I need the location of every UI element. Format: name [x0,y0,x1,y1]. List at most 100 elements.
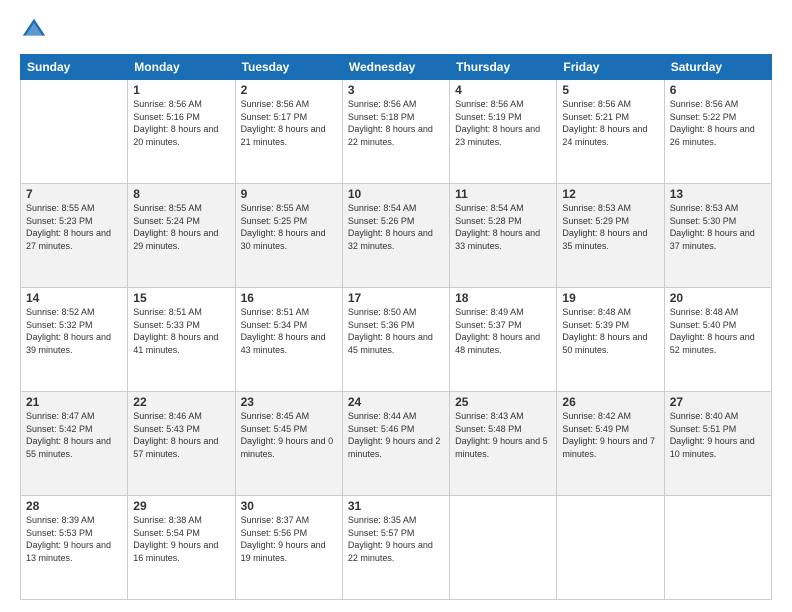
day-info: Sunrise: 8:42 AM Sunset: 5:49 PM Dayligh… [562,410,658,460]
day-number: 11 [455,187,551,201]
day-info: Sunrise: 8:47 AM Sunset: 5:42 PM Dayligh… [26,410,122,460]
day-info: Sunrise: 8:49 AM Sunset: 5:37 PM Dayligh… [455,306,551,356]
header-day-tuesday: Tuesday [235,55,342,80]
calendar-cell: 21Sunrise: 8:47 AM Sunset: 5:42 PM Dayli… [21,392,128,496]
calendar-cell: 11Sunrise: 8:54 AM Sunset: 5:28 PM Dayli… [450,184,557,288]
calendar-cell: 28Sunrise: 8:39 AM Sunset: 5:53 PM Dayli… [21,496,128,600]
calendar-cell: 3Sunrise: 8:56 AM Sunset: 5:18 PM Daylig… [342,80,449,184]
day-info: Sunrise: 8:56 AM Sunset: 5:19 PM Dayligh… [455,98,551,148]
calendar-header-row: SundayMondayTuesdayWednesdayThursdayFrid… [21,55,772,80]
day-number: 30 [241,499,337,513]
day-number: 27 [670,395,766,409]
calendar-cell: 10Sunrise: 8:54 AM Sunset: 5:26 PM Dayli… [342,184,449,288]
header [20,16,772,44]
header-day-saturday: Saturday [664,55,771,80]
day-number: 2 [241,83,337,97]
header-day-friday: Friday [557,55,664,80]
calendar-cell: 26Sunrise: 8:42 AM Sunset: 5:49 PM Dayli… [557,392,664,496]
calendar-cell: 30Sunrise: 8:37 AM Sunset: 5:56 PM Dayli… [235,496,342,600]
day-number: 20 [670,291,766,305]
calendar-cell: 7Sunrise: 8:55 AM Sunset: 5:23 PM Daylig… [21,184,128,288]
calendar-cell [450,496,557,600]
calendar-cell: 12Sunrise: 8:53 AM Sunset: 5:29 PM Dayli… [557,184,664,288]
calendar-cell: 15Sunrise: 8:51 AM Sunset: 5:33 PM Dayli… [128,288,235,392]
calendar-cell: 14Sunrise: 8:52 AM Sunset: 5:32 PM Dayli… [21,288,128,392]
day-info: Sunrise: 8:51 AM Sunset: 5:34 PM Dayligh… [241,306,337,356]
calendar-cell: 4Sunrise: 8:56 AM Sunset: 5:19 PM Daylig… [450,80,557,184]
calendar-cell [664,496,771,600]
day-number: 10 [348,187,444,201]
day-info: Sunrise: 8:54 AM Sunset: 5:26 PM Dayligh… [348,202,444,252]
day-number: 31 [348,499,444,513]
calendar-cell: 9Sunrise: 8:55 AM Sunset: 5:25 PM Daylig… [235,184,342,288]
day-number: 7 [26,187,122,201]
day-info: Sunrise: 8:35 AM Sunset: 5:57 PM Dayligh… [348,514,444,564]
day-number: 26 [562,395,658,409]
day-number: 18 [455,291,551,305]
header-day-sunday: Sunday [21,55,128,80]
calendar-week-1: 1Sunrise: 8:56 AM Sunset: 5:16 PM Daylig… [21,80,772,184]
day-number: 19 [562,291,658,305]
day-number: 22 [133,395,229,409]
day-number: 17 [348,291,444,305]
calendar-cell: 31Sunrise: 8:35 AM Sunset: 5:57 PM Dayli… [342,496,449,600]
calendar-cell: 13Sunrise: 8:53 AM Sunset: 5:30 PM Dayli… [664,184,771,288]
day-info: Sunrise: 8:56 AM Sunset: 5:18 PM Dayligh… [348,98,444,148]
day-info: Sunrise: 8:43 AM Sunset: 5:48 PM Dayligh… [455,410,551,460]
day-info: Sunrise: 8:40 AM Sunset: 5:51 PM Dayligh… [670,410,766,460]
day-info: Sunrise: 8:38 AM Sunset: 5:54 PM Dayligh… [133,514,229,564]
day-number: 12 [562,187,658,201]
day-info: Sunrise: 8:56 AM Sunset: 5:16 PM Dayligh… [133,98,229,148]
day-info: Sunrise: 8:55 AM Sunset: 5:25 PM Dayligh… [241,202,337,252]
day-info: Sunrise: 8:54 AM Sunset: 5:28 PM Dayligh… [455,202,551,252]
logo [20,16,52,44]
calendar-cell: 5Sunrise: 8:56 AM Sunset: 5:21 PM Daylig… [557,80,664,184]
day-number: 5 [562,83,658,97]
day-info: Sunrise: 8:37 AM Sunset: 5:56 PM Dayligh… [241,514,337,564]
day-number: 3 [348,83,444,97]
day-number: 9 [241,187,337,201]
day-info: Sunrise: 8:52 AM Sunset: 5:32 PM Dayligh… [26,306,122,356]
header-day-monday: Monday [128,55,235,80]
calendar-week-3: 14Sunrise: 8:52 AM Sunset: 5:32 PM Dayli… [21,288,772,392]
day-info: Sunrise: 8:56 AM Sunset: 5:21 PM Dayligh… [562,98,658,148]
calendar-week-5: 28Sunrise: 8:39 AM Sunset: 5:53 PM Dayli… [21,496,772,600]
logo-icon [20,16,48,44]
day-number: 8 [133,187,229,201]
day-info: Sunrise: 8:45 AM Sunset: 5:45 PM Dayligh… [241,410,337,460]
calendar-cell: 18Sunrise: 8:49 AM Sunset: 5:37 PM Dayli… [450,288,557,392]
header-day-wednesday: Wednesday [342,55,449,80]
day-info: Sunrise: 8:55 AM Sunset: 5:23 PM Dayligh… [26,202,122,252]
day-info: Sunrise: 8:53 AM Sunset: 5:29 PM Dayligh… [562,202,658,252]
day-info: Sunrise: 8:55 AM Sunset: 5:24 PM Dayligh… [133,202,229,252]
calendar-cell: 27Sunrise: 8:40 AM Sunset: 5:51 PM Dayli… [664,392,771,496]
calendar-cell: 6Sunrise: 8:56 AM Sunset: 5:22 PM Daylig… [664,80,771,184]
day-number: 13 [670,187,766,201]
day-number: 4 [455,83,551,97]
day-number: 1 [133,83,229,97]
calendar-page: SundayMondayTuesdayWednesdayThursdayFrid… [0,0,792,612]
day-info: Sunrise: 8:56 AM Sunset: 5:22 PM Dayligh… [670,98,766,148]
calendar-cell: 24Sunrise: 8:44 AM Sunset: 5:46 PM Dayli… [342,392,449,496]
day-info: Sunrise: 8:51 AM Sunset: 5:33 PM Dayligh… [133,306,229,356]
calendar-week-2: 7Sunrise: 8:55 AM Sunset: 5:23 PM Daylig… [21,184,772,288]
day-info: Sunrise: 8:44 AM Sunset: 5:46 PM Dayligh… [348,410,444,460]
day-number: 24 [348,395,444,409]
day-number: 25 [455,395,551,409]
day-number: 23 [241,395,337,409]
calendar-week-4: 21Sunrise: 8:47 AM Sunset: 5:42 PM Dayli… [21,392,772,496]
calendar-cell: 29Sunrise: 8:38 AM Sunset: 5:54 PM Dayli… [128,496,235,600]
calendar-cell [21,80,128,184]
calendar-cell: 8Sunrise: 8:55 AM Sunset: 5:24 PM Daylig… [128,184,235,288]
calendar-cell: 17Sunrise: 8:50 AM Sunset: 5:36 PM Dayli… [342,288,449,392]
day-info: Sunrise: 8:50 AM Sunset: 5:36 PM Dayligh… [348,306,444,356]
calendar-cell: 19Sunrise: 8:48 AM Sunset: 5:39 PM Dayli… [557,288,664,392]
day-info: Sunrise: 8:48 AM Sunset: 5:40 PM Dayligh… [670,306,766,356]
day-number: 21 [26,395,122,409]
day-number: 14 [26,291,122,305]
day-number: 28 [26,499,122,513]
calendar-table: SundayMondayTuesdayWednesdayThursdayFrid… [20,54,772,600]
day-info: Sunrise: 8:56 AM Sunset: 5:17 PM Dayligh… [241,98,337,148]
calendar-cell [557,496,664,600]
calendar-cell: 20Sunrise: 8:48 AM Sunset: 5:40 PM Dayli… [664,288,771,392]
